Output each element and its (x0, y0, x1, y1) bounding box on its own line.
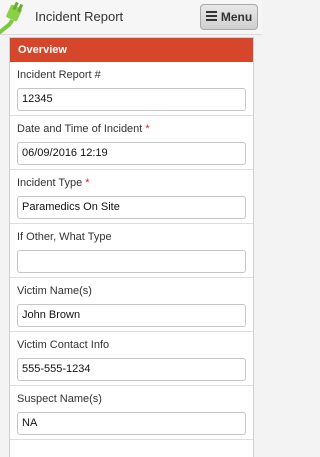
other-type-input[interactable] (17, 250, 246, 273)
field-label: Incident Report # (17, 69, 101, 81)
suspect-names-input[interactable]: NA (17, 412, 246, 435)
field-incident-report-number: Incident Report # 12345 (10, 62, 253, 116)
date-time-input[interactable]: 06/09/2016 12:19 (17, 142, 246, 165)
menu-button[interactable]: Menu (200, 4, 258, 30)
section-heading: Overview (10, 38, 253, 62)
field-victim-names: Victim Name(s) John Brown (10, 278, 253, 332)
field-incident-type: Incident Type * Paramedics On Site (10, 170, 253, 224)
field-label: Incident Type * (17, 177, 90, 189)
field-label: Date and Time of Incident * (17, 123, 150, 135)
victim-names-input[interactable]: John Brown (17, 304, 246, 327)
form-panel: Overview Incident Report # 12345 Date an… (9, 37, 254, 457)
menu-button-label: Menu (220, 10, 253, 24)
page-title: Incident Report (35, 9, 124, 24)
field-date-time: Date and Time of Incident * 06/09/2016 12… (10, 116, 253, 170)
field-label: Victim Name(s) (17, 285, 92, 297)
required-marker: * (145, 123, 150, 135)
plug-icon (0, 0, 30, 34)
field-suspect-names: Suspect Name(s) NA (10, 386, 253, 440)
victim-contact-input[interactable]: 555-555-1234 (17, 358, 246, 381)
field-victim-contact: Victim Contact Info 555-555-1234 (10, 332, 253, 386)
incident-report-number-input[interactable]: 12345 (17, 88, 246, 111)
field-label: Suspect Name(s) (17, 393, 102, 405)
field-label: If Other, What Type (17, 231, 112, 243)
required-marker: * (85, 177, 90, 189)
field-other-type: If Other, What Type (10, 224, 253, 278)
hamburger-icon (205, 11, 217, 23)
app-header: Incident Report Menu (0, 0, 262, 35)
field-label: Victim Contact Info (17, 339, 110, 351)
incident-type-input[interactable]: Paramedics On Site (17, 196, 246, 219)
